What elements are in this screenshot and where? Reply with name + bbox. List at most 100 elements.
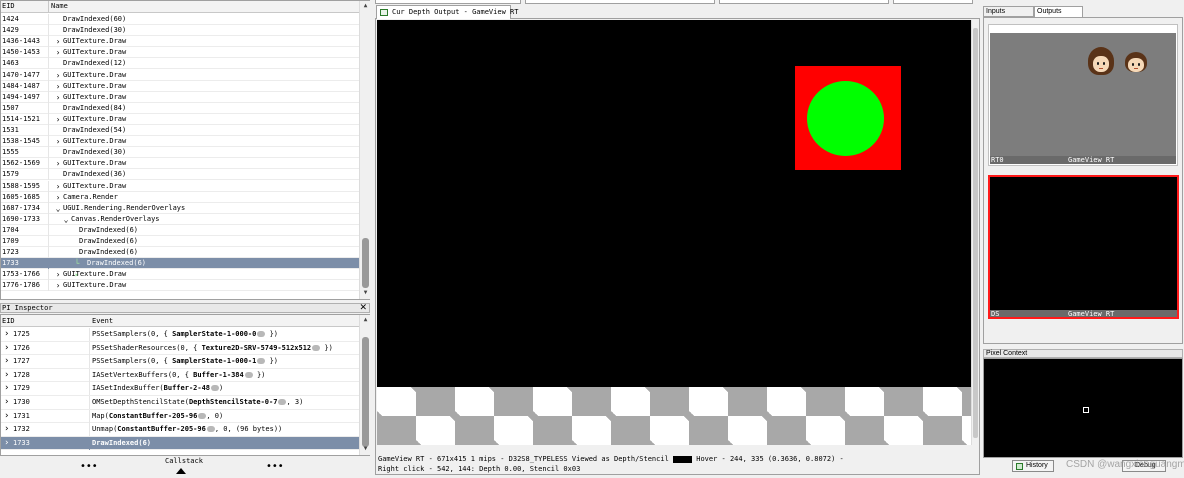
expand-arrow-icon[interactable]: ›	[4, 396, 9, 409]
name-column-header[interactable]: Name	[51, 2, 68, 10]
link-icon[interactable]	[206, 426, 215, 433]
expand-arrow-icon[interactable]: ›	[4, 437, 9, 450]
event-row[interactable]: 1514-1521 › GUITexture.Draw	[1, 113, 359, 125]
event-browser-scrollbar[interactable]: ▲ ▼	[359, 1, 370, 299]
resource-name[interactable]: ConstantBuffer-205-96	[109, 412, 198, 420]
expand-arrow-icon[interactable]: ›	[55, 92, 61, 103]
api-call-row[interactable]: › 1732 Unmap(ConstantBuffer-205-96 , 0, (96…	[1, 423, 359, 437]
event-row[interactable]: 1733 └ ▸ DrawIndexed(6)	[1, 258, 359, 279]
event-name: GUITexture.Draw	[63, 81, 127, 90]
event-row[interactable]: 1704 DrawIndexed(6)	[1, 224, 359, 236]
api-call-row[interactable]: › 1730 OMSetDepthStencilState(DepthStencil…	[1, 396, 359, 410]
expand-arrow-icon[interactable]: ›	[55, 36, 61, 47]
event-name: GUITexture.Draw	[63, 48, 127, 57]
event-row[interactable]: 1562-1569 › GUITexture.Draw	[1, 158, 359, 170]
expand-arrow-icon[interactable]: ›	[4, 342, 9, 355]
close-icon[interactable]: ✕	[359, 303, 367, 313]
api-call-row[interactable]: › 1729 IASetIndexBuffer(Buffer-2-48)	[1, 382, 359, 396]
scroll-down-icon[interactable]: ▼	[361, 445, 370, 454]
event-row[interactable]: 1723 DrawIndexed(6)	[1, 247, 359, 259]
api-event-id: 1733	[13, 438, 30, 447]
tab-outputs[interactable]: Outputs	[1034, 6, 1083, 17]
api-inspector-scrollbar[interactable]: ▲ ▼	[359, 315, 370, 455]
tab-inputs[interactable]: Inputs	[983, 6, 1034, 17]
resource-name[interactable]: Texture2D-SRV-5749-512x512	[202, 344, 312, 352]
eid-column-header[interactable]: EID	[2, 2, 15, 10]
event-row[interactable]: 1463 DrawIndexed(12)	[1, 58, 359, 70]
event-column-header[interactable]: Event	[92, 317, 113, 325]
scrollbar-thumb[interactable]	[362, 337, 369, 447]
event-id: 1605-1685	[2, 192, 40, 201]
event-row[interactable]: 1776-1786 › GUITexture.Draw	[1, 280, 359, 292]
event-row[interactable]: 1538-1545 › GUITexture.Draw	[1, 136, 359, 148]
expand-arrow-icon[interactable]: ›	[55, 181, 61, 192]
event-name: DrawIndexed(84)	[63, 103, 127, 112]
resource-name[interactable]: DepthStencilState-0-7	[189, 398, 278, 406]
api-call-text: OMSetDepthStencilState(DepthStencilState…	[92, 396, 303, 409]
api-call-row[interactable]: › 1726 PSSetShaderResources(0, { Texture2D…	[1, 341, 359, 356]
event-row[interactable]: 1429 DrawIndexed(30)	[1, 25, 359, 37]
event-row[interactable]: 1690-1733 ⌄ Canvas.RenderOverlays	[1, 213, 359, 225]
event-row[interactable]: 1470-1477 › GUITexture.Draw	[1, 69, 359, 81]
eid-column-header[interactable]: EID	[2, 317, 15, 325]
event-row[interactable]: 1424 DrawIndexed(60)	[1, 14, 359, 26]
expand-arrow-icon[interactable]: ›	[4, 410, 9, 423]
event-row[interactable]: 1555 DrawIndexed(30)	[1, 147, 359, 159]
event-row[interactable]: 1605-1685 › Camera.Render	[1, 191, 359, 203]
callstack-tab[interactable]: Callstack	[165, 457, 203, 465]
more-tabs-left-icon[interactable]: •••	[80, 461, 98, 472]
event-row[interactable]: 1579 DrawIndexed(36)	[1, 169, 359, 181]
expand-arrow-icon[interactable]: ›	[55, 81, 61, 92]
api-call-row[interactable]: › 1727 PSSetSamplers(0, { SamplerState-1-0…	[1, 355, 359, 369]
api-call-row[interactable]: › 1728 IASetVertexBuffers(0, { Buffer-1-38…	[1, 368, 359, 383]
expand-arrow-icon[interactable]: ›	[55, 192, 61, 203]
event-row[interactable]: 1709 DrawIndexed(6)	[1, 236, 359, 248]
collapse-arrow-icon[interactable]: ⌄	[63, 214, 69, 225]
resource-name[interactable]: SamplerState-1-000-1	[172, 357, 256, 365]
event-id: 1436-1443	[2, 37, 40, 46]
expand-arrow-icon[interactable]: ›	[4, 369, 9, 382]
api-call-row[interactable]: › 1725 PSSetSamplers(0, { SamplerState-1-0…	[1, 328, 359, 342]
expand-arrow-icon[interactable]: ›	[55, 136, 61, 147]
ds-thumbnail[interactable]	[988, 175, 1179, 319]
expand-arrow-icon[interactable]: ›	[4, 423, 9, 436]
scroll-down-icon[interactable]: ▼	[361, 289, 370, 298]
expand-arrow-icon[interactable]: ›	[4, 328, 9, 341]
link-icon[interactable]	[244, 371, 253, 378]
history-button[interactable]: History	[1012, 460, 1054, 472]
expand-arrow-icon[interactable]: ›	[55, 114, 61, 125]
character-right-image	[1125, 52, 1151, 82]
event-row[interactable]: 1494-1497 › GUITexture.Draw	[1, 91, 359, 103]
link-icon[interactable]	[211, 385, 220, 392]
event-row[interactable]: 1507 DrawIndexed(84)	[1, 102, 359, 114]
collapse-arrow-icon[interactable]: ⌄	[55, 203, 61, 214]
expand-arrow-icon[interactable]: ›	[55, 280, 61, 291]
link-icon[interactable]	[312, 344, 321, 351]
resource-name[interactable]: Buffer-2-48	[164, 384, 210, 392]
event-row[interactable]: 1450-1453 › GUITexture.Draw	[1, 47, 359, 59]
resource-name[interactable]: ConstantBuffer-205-96	[117, 425, 206, 433]
event-row[interactable]: 1531 DrawIndexed(54)	[1, 125, 359, 137]
expand-arrow-icon[interactable]: ›	[55, 158, 61, 169]
event-row[interactable]: 1687-1734 ⌄ UGUI.Rendering.RenderOverlays	[1, 202, 359, 214]
scroll-up-icon[interactable]: ▲	[361, 316, 370, 325]
event-row[interactable]: 1484-1487 › GUITexture.Draw	[1, 80, 359, 92]
event-row[interactable]: 1753-1766 › GUITexture.Draw	[1, 269, 359, 281]
resource-name[interactable]: SamplerState-1-000-0	[172, 330, 256, 338]
scroll-up-icon[interactable]: ▲	[361, 2, 370, 11]
expand-arrow-icon[interactable]: ›	[55, 269, 61, 280]
api-call-row[interactable]: › 1733 DrawIndexed(6)	[1, 436, 359, 451]
tab-texture-viewer[interactable]: Cur Depth Output - GameView RT	[376, 5, 518, 19]
scrollbar-thumb[interactable]	[973, 28, 978, 438]
resource-name[interactable]: Buffer-1-384	[193, 371, 244, 379]
scrollbar-thumb[interactable]	[362, 238, 369, 288]
event-row[interactable]: 1588-1595 › GUITexture.Draw	[1, 180, 359, 192]
expand-arrow-icon[interactable]: ›	[4, 355, 9, 368]
texture-viewer-scrollbar[interactable]	[971, 20, 979, 445]
expand-arrow-icon[interactable]: ›	[55, 70, 61, 81]
expand-arrow-icon[interactable]: ›	[4, 382, 9, 395]
api-call-row[interactable]: › 1731 Map(ConstantBuffer-205-96 , 0)	[1, 409, 359, 424]
more-tabs-right-icon[interactable]: •••	[266, 461, 284, 472]
expand-arrow-icon[interactable]: ›	[55, 47, 61, 58]
event-row[interactable]: 1436-1443 › GUITexture.Draw	[1, 36, 359, 48]
